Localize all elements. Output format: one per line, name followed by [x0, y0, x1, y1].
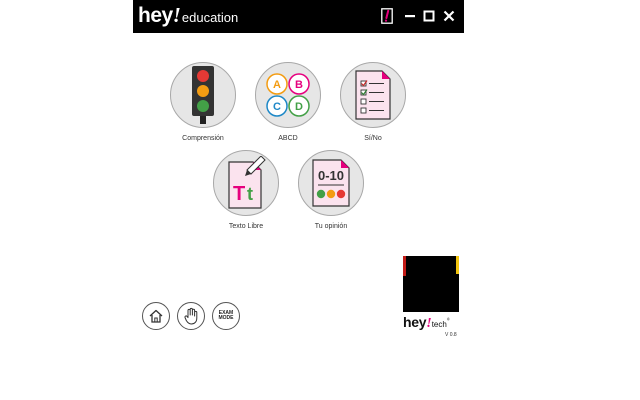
hand-icon: [184, 307, 198, 325]
activity-texto-libre[interactable]: T t Texto Libre: [206, 150, 286, 230]
exam-mode-label: EXAM MODE: [218, 310, 234, 322]
logo-education: education: [181, 10, 239, 25]
activity-circle: 0-10: [298, 150, 364, 216]
qr-code-image: [403, 256, 459, 312]
maximize-icon: [423, 10, 435, 22]
tech-logo-registered: ®: [446, 316, 450, 322]
close-button[interactable]: [441, 8, 457, 24]
activity-label: Tu opinión: [314, 223, 348, 230]
tech-logo-word: tech: [431, 320, 447, 329]
minimize-button[interactable]: [402, 8, 418, 24]
activity-tu-opinion[interactable]: 0-10 Tu opinión: [291, 150, 371, 230]
activity-circle: T t: [213, 150, 279, 216]
hey-logo-icon: [381, 8, 393, 24]
app-logo: hey!education: [138, 3, 238, 28]
activity-comprension[interactable]: Comprensión: [163, 62, 243, 142]
exam-mode-line2: MODE: [218, 315, 234, 321]
rating-icon: 0-10: [312, 159, 350, 207]
exam-mode-button[interactable]: EXAM MODE: [212, 302, 240, 330]
qr-accent-yellow: [456, 256, 459, 274]
logo-exclamation: !: [172, 3, 181, 27]
activity-label: Comprensión: [182, 135, 224, 142]
hand-button[interactable]: [177, 302, 205, 330]
activity-circle: [170, 62, 236, 128]
activity-label: Sí/No: [364, 135, 382, 142]
letter-c: C: [273, 101, 281, 113]
activity-label: ABCD: [278, 135, 298, 142]
activity-circle: [340, 62, 406, 128]
qr-accent-red: [403, 256, 406, 276]
letter-b: B: [295, 79, 303, 91]
letter-a: A: [273, 79, 281, 91]
activity-label: Texto Libre: [228, 223, 264, 230]
rating-range: 0-10: [318, 168, 344, 183]
logo-hey: hey: [138, 4, 173, 27]
activity-abcd[interactable]: A B C D ABCD: [248, 62, 328, 142]
checklist-icon: [355, 70, 391, 120]
tt-glyph-t: T: [233, 183, 245, 205]
hey-logo-button[interactable]: [379, 8, 395, 24]
minimize-icon: [405, 15, 415, 18]
version-label: V 0.8: [445, 332, 457, 338]
app-window: hey!education Comprensión A B C D ABCD S…: [0, 0, 640, 400]
traffic-light-icon: [192, 66, 214, 124]
letter-d: D: [295, 101, 303, 113]
title-bar: hey!education: [133, 0, 464, 33]
tt-glyph-lower: t: [247, 184, 253, 204]
tech-logo-hey: hey: [403, 314, 427, 330]
abcd-options-icon: A B C D: [266, 73, 310, 117]
home-button[interactable]: [142, 302, 170, 330]
home-icon: [149, 309, 163, 323]
free-text-icon: T t: [228, 156, 266, 209]
hey-tech-logo: hey!tech®: [403, 314, 450, 332]
activity-si-no[interactable]: Sí/No: [333, 62, 413, 142]
activity-circle: A B C D: [255, 62, 321, 128]
maximize-button[interactable]: [421, 8, 437, 24]
close-icon: [443, 10, 455, 22]
